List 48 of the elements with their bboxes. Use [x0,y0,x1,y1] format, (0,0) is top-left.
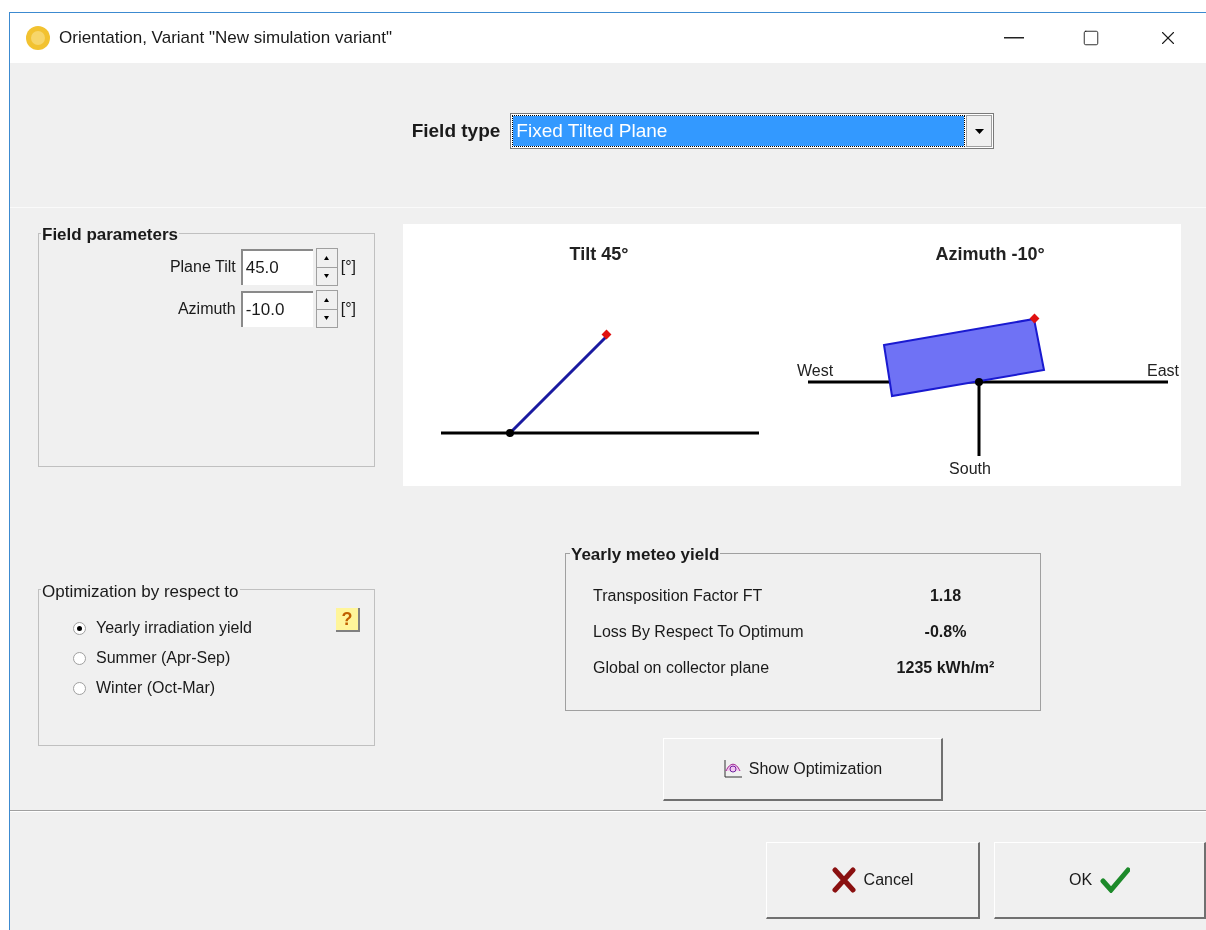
radio-label: Summer (Apr-Sep) [96,648,231,668]
dropdown-arrow-button[interactable] [966,115,993,147]
x-icon [831,867,856,893]
spinner-control[interactable] [315,290,338,328]
azimuth-title: Azimuth -10° [935,244,1045,264]
up-arrow-icon [324,255,330,260]
minimize-icon [1003,37,1024,39]
radio-label: Winter (Oct-Mar) [96,678,216,698]
south-label: South [949,460,991,477]
metric-label: Loss By Respect To Optimum [593,622,805,642]
pivot-dot [975,378,983,386]
dropdown-value: Fixed Tilted Plane [513,116,965,146]
edge-marker [601,329,612,340]
metric-value: 1235 kWh/m² [895,658,996,678]
tilt-title: Tilt 45° [569,244,629,264]
caret-icon [974,128,984,134]
param-label: Plane Tilt [169,257,236,277]
param-label: Azimuth [177,299,236,319]
field-type-label: Field type [411,118,501,143]
help-button[interactable]: ? [336,608,360,632]
unit-label: [°] [340,257,356,277]
metric-label: Global on collector plane [593,658,771,678]
spinner-control[interactable] [315,248,338,286]
chart-icon [722,759,743,779]
checkmark-icon [1100,867,1131,893]
metric-label: Transposition Factor FT [593,586,764,606]
down-arrow-icon [324,316,330,321]
show-optimization-button[interactable]: Show Optimization [663,738,943,801]
metric-value: -0.8% [923,622,968,642]
east-label: East [1147,362,1179,379]
ok-button[interactable]: OK [994,842,1206,919]
cancel-button[interactable]: Cancel [766,842,980,919]
west-label: West [797,362,834,379]
app-logo-icon [25,25,51,51]
metric-value: 1.18 [928,586,963,606]
param-input[interactable]: 45.0 [240,249,313,285]
maximize-icon [1081,29,1100,47]
radio-button[interactable] [73,681,86,695]
radio-label: Yearly irradiation yield [96,618,252,638]
pivot-dot [506,429,514,437]
edge-marker [1029,313,1040,324]
radio-button[interactable] [73,621,86,635]
up-arrow-icon [324,297,330,302]
radio-button[interactable] [73,651,86,665]
window-title: Orientation, Variant "New simulation variant" [59,27,392,50]
down-arrow-icon [324,274,330,279]
param-input[interactable]: -10.0 [240,291,313,327]
unit-label: [°] [340,299,356,319]
